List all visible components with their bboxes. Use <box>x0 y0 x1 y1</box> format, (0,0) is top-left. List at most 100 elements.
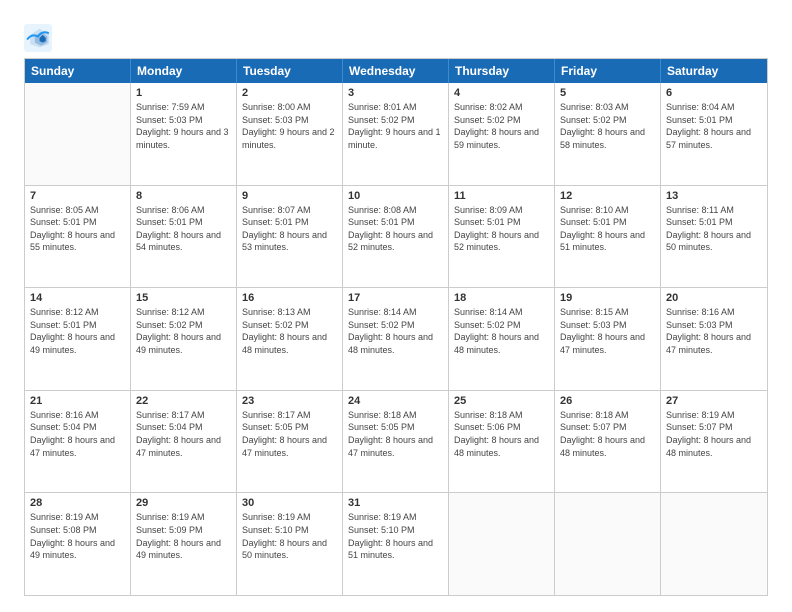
sunrise-text: Sunrise: 8:06 AM <box>136 204 231 217</box>
day-number: 31 <box>348 497 443 509</box>
weekday-header-friday: Friday <box>555 59 661 83</box>
sunset-text: Sunset: 5:02 PM <box>454 114 549 127</box>
calendar-cell-2-1: 15 Sunrise: 8:12 AMSunset: 5:02 PMDayligh… <box>131 288 237 390</box>
sunrise-text: Sunrise: 8:12 AM <box>136 306 231 319</box>
sunrise-text: Sunrise: 8:05 AM <box>30 204 125 217</box>
sunrise-text: Sunrise: 8:17 AM <box>242 409 337 422</box>
calendar-body: 1Sunrise: 7:59 AMSunset: 5:03 PMDaylight… <box>25 83 767 595</box>
daylight-text: Daylight: 8 hours and 48 minutes. <box>454 331 549 356</box>
sunset-text: Sunset: 5:03 PM <box>136 114 231 127</box>
sunrise-text: Sunrise: 8:15 AM <box>560 306 655 319</box>
calendar-cell-3-2: 23Sunrise: 8:17 AMSunset: 5:05 PMDayligh… <box>237 391 343 493</box>
calendar-cell-4-6 <box>661 493 767 595</box>
day-number: 23 <box>242 395 337 407</box>
daylight-text: Daylight: 8 hours and 47 minutes. <box>136 434 231 459</box>
daylight-text: Daylight: 8 hours and 50 minutes. <box>666 229 762 254</box>
calendar-cell-2-0: 14Sunrise: 8:12 AMSunset: 5:01 PMDayligh… <box>25 288 131 390</box>
calendar-cell-3-1: 22Sunrise: 8:17 AMSunset: 5:04 PMDayligh… <box>131 391 237 493</box>
calendar-cell-1-0: 7Sunrise: 8:05 AMSunset: 5:01 PMDaylight… <box>25 186 131 288</box>
sunrise-text: Sunrise: 7:59 AM <box>136 101 231 114</box>
calendar-row-1: 7Sunrise: 8:05 AMSunset: 5:01 PMDaylight… <box>25 186 767 289</box>
weekday-header-saturday: Saturday <box>661 59 767 83</box>
daylight-text: Daylight: 8 hours and 48 minutes. <box>242 331 337 356</box>
weekday-header-thursday: Thursday <box>449 59 555 83</box>
day-number: 28 <box>30 497 125 509</box>
calendar-cell-0-1: 1 Sunrise: 7:59 AMSunset: 5:03 PMDaylight… <box>131 83 237 185</box>
weekday-header-wednesday: Wednesday <box>343 59 449 83</box>
sunset-text: Sunset: 5:02 PM <box>348 114 443 127</box>
calendar-row-4: 28Sunrise: 8:19 AMSunset: 5:08 PMDayligh… <box>25 493 767 595</box>
day-number: 1 <box>136 87 231 99</box>
sunrise-text: Sunrise: 8:19 AM <box>136 511 231 524</box>
calendar-cell-1-4: 11Sunrise: 8:09 AMSunset: 5:01 PMDayligh… <box>449 186 555 288</box>
weekday-header-sunday: Sunday <box>25 59 131 83</box>
day-number: 29 <box>136 497 231 509</box>
day-number: 12 <box>560 190 655 202</box>
day-number: 26 <box>560 395 655 407</box>
day-number: 10 <box>348 190 443 202</box>
sunset-text: Sunset: 5:02 PM <box>348 319 443 332</box>
day-number: 15 <box>136 292 231 304</box>
daylight-text: Daylight: 8 hours and 48 minutes. <box>454 434 549 459</box>
sunset-text: Sunset: 5:01 PM <box>560 216 655 229</box>
day-number: 20 <box>666 292 762 304</box>
sunrise-text: Sunrise: 8:07 AM <box>242 204 337 217</box>
daylight-text: Daylight: 8 hours and 49 minutes. <box>30 537 125 562</box>
calendar-cell-0-4: 4Sunrise: 8:02 AMSunset: 5:02 PMDaylight… <box>449 83 555 185</box>
sunset-text: Sunset: 5:01 PM <box>666 114 762 127</box>
weekday-header-tuesday: Tuesday <box>237 59 343 83</box>
calendar-cell-4-4 <box>449 493 555 595</box>
sunrise-text: Sunrise: 8:17 AM <box>136 409 231 422</box>
sunrise-text: Sunrise: 8:19 AM <box>348 511 443 524</box>
sunset-text: Sunset: 5:04 PM <box>136 421 231 434</box>
day-number: 24 <box>348 395 443 407</box>
calendar-cell-3-6: 27Sunrise: 8:19 AMSunset: 5:07 PMDayligh… <box>661 391 767 493</box>
day-number: 4 <box>454 87 549 99</box>
calendar-cell-1-3: 10Sunrise: 8:08 AMSunset: 5:01 PMDayligh… <box>343 186 449 288</box>
daylight-text: Daylight: 8 hours and 47 minutes. <box>666 331 762 356</box>
calendar-cell-1-6: 13Sunrise: 8:11 AMSunset: 5:01 PMDayligh… <box>661 186 767 288</box>
sunset-text: Sunset: 5:05 PM <box>348 421 443 434</box>
sunrise-text: Sunrise: 8:11 AM <box>666 204 762 217</box>
day-number: 14 <box>30 292 125 304</box>
daylight-text: Daylight: 8 hours and 57 minutes. <box>666 126 762 151</box>
daylight-text: Daylight: 8 hours and 48 minutes. <box>348 331 443 356</box>
daylight-text: Daylight: 8 hours and 47 minutes. <box>30 434 125 459</box>
day-number: 8 <box>136 190 231 202</box>
calendar-cell-0-3: 3Sunrise: 8:01 AMSunset: 5:02 PMDaylight… <box>343 83 449 185</box>
sunrise-text: Sunrise: 8:16 AM <box>666 306 762 319</box>
sunrise-text: Sunrise: 8:16 AM <box>30 409 125 422</box>
sunset-text: Sunset: 5:02 PM <box>560 114 655 127</box>
calendar-cell-4-0: 28Sunrise: 8:19 AMSunset: 5:08 PMDayligh… <box>25 493 131 595</box>
daylight-text: Daylight: 9 hours and 3 minutes. <box>136 126 231 151</box>
calendar-cell-1-2: 9Sunrise: 8:07 AMSunset: 5:01 PMDaylight… <box>237 186 343 288</box>
daylight-text: Daylight: 9 hours and 1 minute. <box>348 126 443 151</box>
sunrise-text: Sunrise: 8:18 AM <box>560 409 655 422</box>
sunset-text: Sunset: 5:03 PM <box>560 319 655 332</box>
calendar-cell-2-2: 16Sunrise: 8:13 AMSunset: 5:02 PMDayligh… <box>237 288 343 390</box>
sunset-text: Sunset: 5:01 PM <box>30 319 125 332</box>
sunrise-text: Sunrise: 8:09 AM <box>454 204 549 217</box>
daylight-text: Daylight: 8 hours and 49 minutes. <box>136 331 231 356</box>
header <box>24 20 768 52</box>
calendar-header-row: SundayMondayTuesdayWednesdayThursdayFrid… <box>25 59 767 83</box>
sunset-text: Sunset: 5:02 PM <box>136 319 231 332</box>
sunset-text: Sunset: 5:01 PM <box>454 216 549 229</box>
daylight-text: Daylight: 8 hours and 49 minutes. <box>136 537 231 562</box>
calendar-row-3: 21Sunrise: 8:16 AMSunset: 5:04 PMDayligh… <box>25 391 767 494</box>
sunrise-text: Sunrise: 8:08 AM <box>348 204 443 217</box>
sunset-text: Sunset: 5:10 PM <box>242 524 337 537</box>
calendar-cell-2-4: 18Sunrise: 8:14 AMSunset: 5:02 PMDayligh… <box>449 288 555 390</box>
daylight-text: Daylight: 8 hours and 47 minutes. <box>242 434 337 459</box>
sunset-text: Sunset: 5:01 PM <box>30 216 125 229</box>
day-number: 17 <box>348 292 443 304</box>
daylight-text: Daylight: 8 hours and 51 minutes. <box>560 229 655 254</box>
sunset-text: Sunset: 5:07 PM <box>666 421 762 434</box>
day-number: 5 <box>560 87 655 99</box>
sunset-text: Sunset: 5:08 PM <box>30 524 125 537</box>
logo <box>24 24 55 52</box>
day-number: 7 <box>30 190 125 202</box>
daylight-text: Daylight: 8 hours and 54 minutes. <box>136 229 231 254</box>
sunrise-text: Sunrise: 8:10 AM <box>560 204 655 217</box>
daylight-text: Daylight: 8 hours and 48 minutes. <box>560 434 655 459</box>
